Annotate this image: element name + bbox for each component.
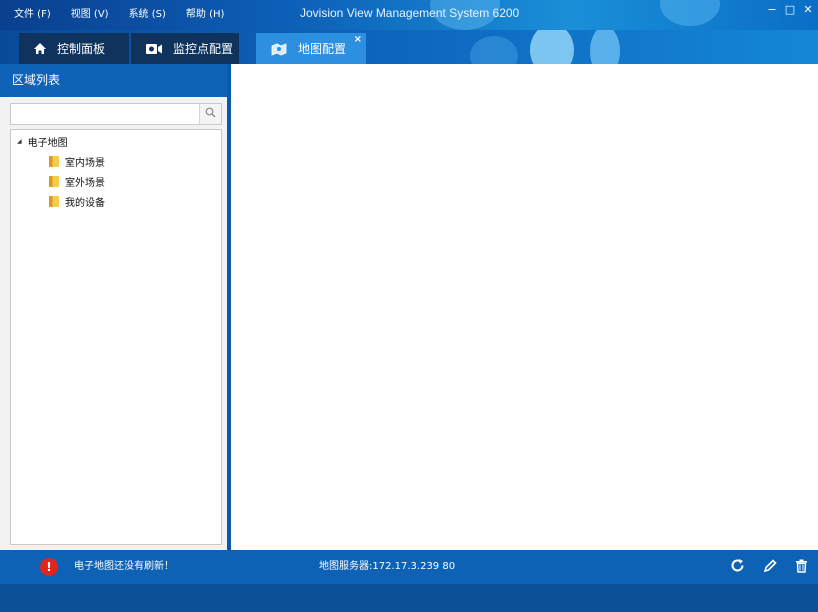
- map-icon: [270, 42, 288, 56]
- folder-icon: [49, 196, 59, 207]
- title-bar: 文件 (F) 视图 (V) 系统 (S) 帮助 (H) Jovision Vie…: [0, 0, 818, 30]
- menu-system[interactable]: 系统 (S): [119, 0, 176, 30]
- search-icon: [205, 107, 216, 121]
- folder-icon: [49, 156, 59, 167]
- tree-item-indoor[interactable]: 室内场景: [49, 154, 105, 169]
- close-tab-icon[interactable]: ×: [354, 34, 362, 45]
- tree-item-outdoor[interactable]: 室外场景: [49, 174, 105, 189]
- decorative-bubble: [530, 30, 574, 64]
- menu-file[interactable]: 文件 (F): [0, 0, 61, 30]
- menu-bar: 文件 (F) 视图 (V) 系统 (S) 帮助 (H): [0, 0, 234, 30]
- sidebar-title: 区域列表: [0, 64, 227, 97]
- menu-help[interactable]: 帮助 (H): [176, 0, 235, 30]
- area-tree: ◢ 电子地图 室内场景 室外场景 我的设备: [10, 129, 222, 545]
- window-controls: − □ ✕: [766, 3, 814, 17]
- tree-item-my-devices[interactable]: 我的设备: [49, 194, 105, 209]
- tab-label: 控制面板: [57, 42, 106, 56]
- status-message: 电子地图还没有刷新！: [74, 561, 174, 572]
- delete-icon[interactable]: [795, 559, 808, 576]
- close-window-button[interactable]: ✕: [802, 3, 814, 17]
- sidebar: ◢ 电子地图 室内场景 室外场景 我的设备: [0, 97, 227, 550]
- maximize-button[interactable]: □: [784, 3, 796, 17]
- tree-item-label: 我的设备: [65, 198, 105, 209]
- search-input[interactable]: [11, 104, 197, 124]
- tab-label: 地图配置: [298, 42, 347, 56]
- bottom-strip: [0, 584, 818, 612]
- search-button[interactable]: [199, 104, 221, 124]
- tab-bar: 控制面板 监控点配置 地图配置 ×: [0, 30, 818, 64]
- tab-monitor-config[interactable]: 监控点配置: [131, 33, 239, 64]
- app-title: Jovision View Management System 6200: [300, 6, 520, 20]
- decorative-bubble: [660, 0, 720, 26]
- status-bar: ! 电子地图还没有刷新！ 地图服务器:172.17.3.239 80: [0, 550, 818, 584]
- alert-icon: !: [40, 558, 58, 576]
- menu-view[interactable]: 视图 (V): [61, 0, 119, 30]
- decorative-bubble: [590, 30, 620, 64]
- decorative-bubble: [470, 36, 518, 64]
- tab-label: 监控点配置: [173, 42, 234, 56]
- map-canvas[interactable]: [231, 64, 818, 550]
- edit-icon[interactable]: [763, 558, 777, 576]
- home-icon: [33, 42, 47, 55]
- refresh-icon[interactable]: [730, 558, 745, 576]
- tree-root-label: 电子地图: [27, 138, 68, 149]
- camera-icon: [145, 43, 163, 55]
- minimize-button[interactable]: −: [766, 3, 778, 17]
- tab-control-panel[interactable]: 控制面板: [19, 33, 129, 64]
- tree-root[interactable]: ◢ 电子地图: [17, 134, 68, 149]
- collapse-arrow-icon[interactable]: ◢: [17, 138, 22, 145]
- tree-item-label: 室外场景: [65, 178, 105, 189]
- server-address: 地图服务器:172.17.3.239 80: [319, 561, 456, 572]
- tree-item-label: 室内场景: [65, 158, 105, 169]
- map-tools: [730, 558, 808, 576]
- search-box: [10, 103, 222, 125]
- tab-map-config[interactable]: 地图配置 ×: [256, 33, 366, 64]
- folder-icon: [49, 176, 59, 187]
